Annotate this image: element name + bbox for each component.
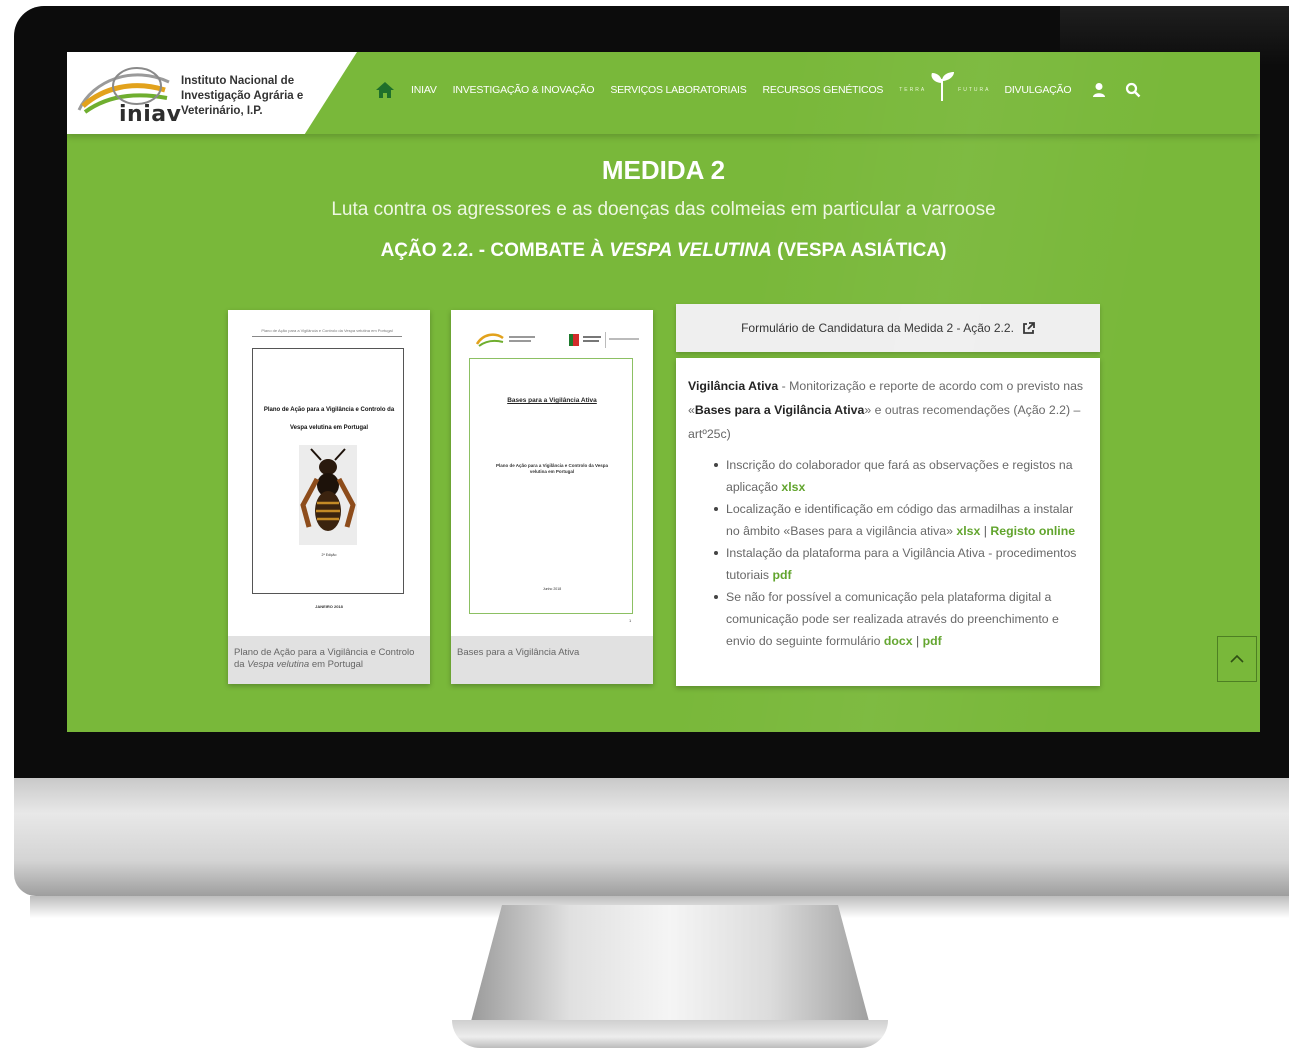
document-card-bases[interactable]: Bases para a Vigilância Ativa Plano de A… bbox=[451, 310, 653, 684]
docx-link[interactable]: docx bbox=[884, 634, 913, 648]
nav-item-investigacao[interactable]: INVESTIGAÇÃO & INOVAÇÃO bbox=[453, 84, 595, 96]
logos-strip-icon bbox=[475, 332, 639, 348]
pdf-link[interactable]: pdf bbox=[923, 634, 942, 648]
pdf-link[interactable]: pdf bbox=[772, 568, 791, 582]
external-link-icon bbox=[1023, 321, 1035, 334]
thumbnail-date: Junho 2018 bbox=[542, 587, 562, 591]
list-item: Localização e identificação em código da… bbox=[714, 498, 1088, 542]
action-prefix: AÇÃO 2.2. - COMBATE À bbox=[380, 240, 610, 261]
list-item: Se não for possível a comunicação pela p… bbox=[714, 586, 1088, 652]
nav-item-divulgacao[interactable]: DIVULGAÇÃO bbox=[1004, 84, 1071, 96]
wasp-image bbox=[299, 445, 357, 545]
nav-item-iniav[interactable]: INIAV bbox=[411, 84, 437, 96]
caption-species: Vespa velutina bbox=[247, 659, 310, 670]
action-suffix: (VESPA ASIÁTICA) bbox=[771, 240, 947, 261]
monitor-stand bbox=[470, 905, 870, 1025]
leaf-icon bbox=[931, 72, 955, 101]
user-icon[interactable] bbox=[1091, 82, 1107, 98]
intro-bold-2: Bases para a Vigilância Ativa bbox=[694, 403, 865, 417]
action-heading: AÇÃO 2.2. - COMBATE À VESPA VELUTINA (VE… bbox=[67, 240, 1260, 262]
link-separator: | bbox=[980, 524, 991, 538]
monitor-chin bbox=[14, 778, 1289, 896]
xlsx-link[interactable]: xlsx bbox=[781, 480, 805, 494]
monitor-stand-foot bbox=[452, 1020, 888, 1048]
thumbnail-title: Bases para a Vigilância Ativa bbox=[507, 397, 597, 404]
terra-word: TERRA bbox=[899, 87, 927, 93]
thumbnail-title-line-1: Plano de Ação para a Vigilância e Contro… bbox=[263, 407, 395, 413]
xlsx-link[interactable]: xlsx bbox=[956, 524, 980, 538]
application-form-label: Formulário de Candidatura da Medida 2 - … bbox=[741, 321, 1014, 335]
document-card-plano[interactable]: Plano de Ação para a Vigilância e Contro… bbox=[228, 310, 430, 684]
thumbnail-page-number: 1 bbox=[629, 618, 632, 623]
resource-list: Inscrição do colaborador que fará as obs… bbox=[688, 454, 1088, 652]
thumbnail-title: Plano de Ação para a Vigilância e Contro… bbox=[263, 401, 395, 437]
site-logo[interactable]: iniav Instituto Nacional de Investigação… bbox=[67, 52, 357, 134]
main-nav: INIAV INVESTIGAÇÃO & INOVAÇÃO SERVIÇOS L… bbox=[375, 72, 1155, 101]
document-caption: Bases para a Vigilância Ativa bbox=[451, 636, 653, 684]
site-header: iniav Instituto Nacional de Investigação… bbox=[67, 52, 1260, 134]
page-title: MEDIDA 2 bbox=[601, 155, 726, 185]
thumbnail-subtitle: Plano de Ação para a Vigilância e Contro… bbox=[495, 463, 609, 474]
intro-bold: Vigilância Ativa bbox=[688, 379, 779, 393]
thumbnail-date: JANEIRO 2018 bbox=[315, 604, 343, 609]
chevron-up-icon bbox=[1230, 654, 1244, 663]
home-icon[interactable] bbox=[375, 80, 395, 100]
institute-line-2: Investigação Agrária e bbox=[181, 90, 304, 102]
link-separator: | bbox=[912, 634, 923, 648]
document-caption: Plano de Ação para a Vigilância e Contro… bbox=[228, 636, 430, 684]
website-screen: iniav Instituto Nacional de Investigação… bbox=[67, 52, 1260, 732]
search-icon[interactable] bbox=[1125, 82, 1141, 98]
institute-line-1: Instituto Nacional de bbox=[181, 75, 295, 87]
document-thumbnail: Plano de Ação para a Vigilância e Contro… bbox=[234, 318, 424, 634]
institute-name: Instituto Nacional de Investigação Agrár… bbox=[181, 74, 303, 119]
vigilancia-ativa-card: Vigilância Ativa - Monitorização e repor… bbox=[676, 358, 1100, 686]
document-thumbnail: Bases para a Vigilância Ativa Plano de A… bbox=[457, 318, 647, 634]
institute-line-3: Veterinário, I.P. bbox=[181, 105, 263, 117]
caption-suffix: em Portugal bbox=[309, 659, 364, 670]
nav-item-servicos[interactable]: SERVIÇOS LABORATORIAIS bbox=[610, 84, 746, 96]
registo-online-link[interactable]: Registo online bbox=[990, 524, 1075, 538]
action-species: VESPA VELUTINA bbox=[609, 240, 772, 261]
thumbnail-frame: Bases para a Vigilância Ativa Plano de A… bbox=[469, 358, 633, 614]
nav-item-recursos[interactable]: RECURSOS GENÉTICOS bbox=[763, 84, 884, 96]
page-subtitle: Luta contra os agressores e as doenças d… bbox=[331, 199, 996, 220]
thumbnail-note: 2ª Edição bbox=[321, 553, 337, 557]
nav-item-terra-futura[interactable]: TERRA FUTURA bbox=[899, 72, 991, 101]
thumbnail-title-line-2: Vespa velutina em Portugal bbox=[289, 425, 369, 431]
futura-word: FUTURA bbox=[958, 87, 991, 93]
logo-wordmark: iniav bbox=[119, 102, 182, 127]
application-form-button[interactable]: Formulário de Candidatura da Medida 2 - … bbox=[676, 304, 1100, 352]
thumbnail-frame: Plano de Ação para a Vigilância e Contro… bbox=[252, 348, 404, 594]
vigilancia-intro: Vigilância Ativa - Monitorização e repor… bbox=[688, 374, 1088, 446]
scroll-to-top-button[interactable] bbox=[1217, 636, 1257, 682]
thumbnail-header: Plano de Ação para a Vigilância e Contro… bbox=[252, 328, 402, 337]
list-item: Inscrição do colaborador que fará as obs… bbox=[714, 454, 1088, 498]
item-text: Inscrição do colaborador que fará as obs… bbox=[726, 458, 1073, 494]
monitor-mockup: iniav Instituto Nacional de Investigação… bbox=[0, 0, 1289, 1052]
list-item: Instalação da plataforma para a Vigilânc… bbox=[714, 542, 1088, 586]
